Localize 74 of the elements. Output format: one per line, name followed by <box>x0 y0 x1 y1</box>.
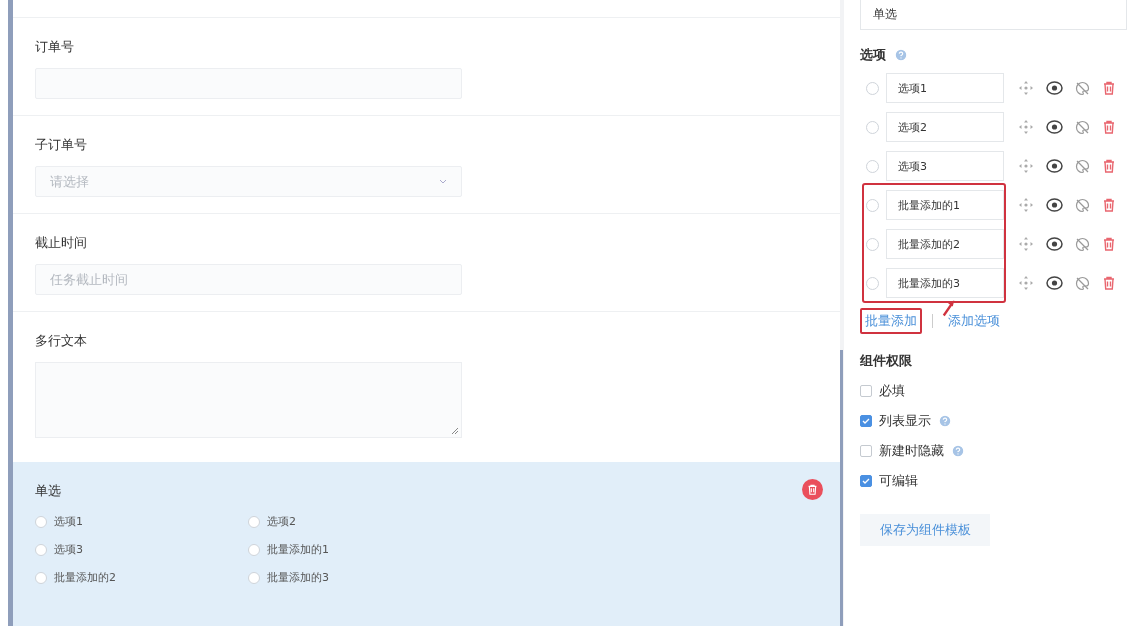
move-icon[interactable] <box>1018 236 1034 252</box>
field-label: 订单号 <box>35 38 74 56</box>
move-icon[interactable] <box>1018 119 1034 135</box>
textarea-field[interactable] <box>35 362 462 438</box>
radio-button[interactable] <box>866 198 879 212</box>
checkbox-label: 新建时隐藏 <box>879 442 944 460</box>
eye-icon[interactable] <box>1046 198 1063 212</box>
radio-button[interactable] <box>866 276 879 290</box>
checkbox[interactable] <box>860 385 872 397</box>
checkbox[interactable] <box>860 415 872 427</box>
radio-button[interactable] <box>248 543 260 556</box>
trash-icon[interactable] <box>1102 237 1116 251</box>
field-label: 单选 <box>35 482 61 500</box>
eye-icon[interactable] <box>1046 120 1063 134</box>
checkbox[interactable] <box>860 475 872 487</box>
trash-icon[interactable] <box>1102 81 1116 95</box>
checkbox-label: 必填 <box>879 382 905 400</box>
eye-icon[interactable] <box>1046 159 1063 173</box>
action-link[interactable]: 添加选项 <box>943 308 1005 334</box>
palette-icon[interactable] <box>1075 275 1090 291</box>
eye-icon[interactable] <box>1046 276 1063 290</box>
radio-button[interactable] <box>866 237 879 251</box>
trash-icon[interactable] <box>1102 120 1116 134</box>
resize-handle-icon[interactable] <box>452 428 458 434</box>
radio-option[interactable]: 批量添加的3 <box>248 570 461 585</box>
selected-field-panel[interactable]: 单选 选项1 选项2 选项3 批量添加的1 批量添加的2 批量添加的3 <box>13 462 840 626</box>
action-link[interactable]: 批量添加 <box>860 308 922 334</box>
move-icon[interactable] <box>1018 197 1034 213</box>
option-input[interactable]: 批量添加的3 <box>886 268 1004 298</box>
trash-icon[interactable] <box>1102 276 1116 290</box>
checkbox[interactable] <box>860 445 872 457</box>
field-label: 截止时间 <box>35 234 87 252</box>
eye-icon[interactable] <box>1046 237 1063 251</box>
trash-icon[interactable] <box>1102 159 1116 173</box>
radio-button[interactable] <box>866 159 879 173</box>
option-input[interactable]: 选项2 <box>886 112 1004 142</box>
trash-icon[interactable] <box>1102 198 1116 212</box>
palette-icon[interactable] <box>1075 197 1090 213</box>
palette-icon[interactable] <box>1075 119 1090 135</box>
radio-button[interactable] <box>248 515 260 528</box>
option-input[interactable]: 选项3 <box>886 151 1004 181</box>
radio-button[interactable] <box>248 571 260 584</box>
radio-button[interactable] <box>866 120 879 134</box>
radio-option[interactable]: 选项1 <box>35 514 248 529</box>
palette-icon[interactable] <box>1075 158 1090 174</box>
checkbox-label: 列表显示 <box>879 412 931 430</box>
field-label: 多行文本 <box>35 332 87 350</box>
radio-button[interactable] <box>866 81 879 95</box>
move-icon[interactable] <box>1018 158 1034 174</box>
move-icon[interactable] <box>1018 80 1034 96</box>
radio-button[interactable] <box>35 543 47 556</box>
radio-option[interactable]: 选项3 <box>35 542 248 557</box>
chevron-icon <box>439 179 447 184</box>
move-icon[interactable] <box>1018 275 1034 291</box>
eye-icon[interactable] <box>1046 81 1063 95</box>
palette-icon[interactable] <box>1075 236 1090 252</box>
checkbox-label: 可编辑 <box>879 472 918 490</box>
delete-button[interactable] <box>802 479 823 500</box>
palette-icon[interactable] <box>1075 80 1090 96</box>
radio-option[interactable]: 批量添加的1 <box>248 542 461 557</box>
option-input[interactable]: 选项1 <box>886 73 1004 103</box>
radio-option[interactable]: 选项2 <box>248 514 461 529</box>
help-icon[interactable] <box>894 48 908 62</box>
section-heading: 选项 <box>860 46 886 64</box>
radio-option[interactable]: 批量添加的2 <box>35 570 248 585</box>
field-label: 子订单号 <box>35 136 87 154</box>
radio-button[interactable] <box>35 515 47 528</box>
option-input[interactable]: 批量添加的1 <box>886 190 1004 220</box>
help-icon[interactable] <box>938 414 952 428</box>
section-heading: 组件权限 <box>860 352 912 370</box>
radio-button[interactable] <box>35 571 47 584</box>
option-input[interactable]: 批量添加的2 <box>886 229 1004 259</box>
help-icon[interactable] <box>951 444 965 458</box>
title-field[interactable]: 单选 <box>860 0 1127 30</box>
